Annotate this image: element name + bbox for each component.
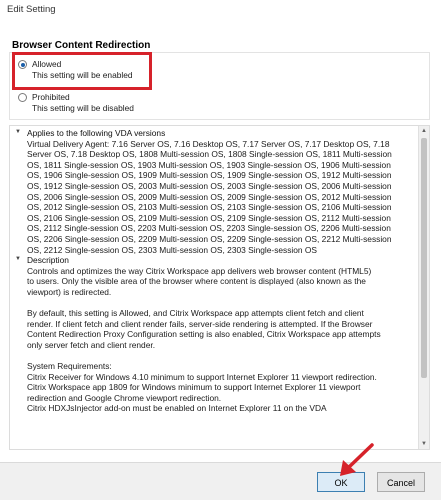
description-line: redirection and Google Chrome viewport r… (27, 392, 222, 403)
description-block: ▼ Description Controls and optimizes the… (15, 255, 413, 414)
applies-line: OS, 2112 Single-session OS, 2203 Multi-s… (27, 223, 391, 234)
description-line: Citrix HDXJsInjector add-on must be enab… (27, 403, 327, 414)
scroll-down-arrow-icon[interactable]: ▼ (419, 439, 429, 449)
description-line: By default, this setting is Allowed, and… (27, 308, 364, 319)
applies-title: Applies to the following VDA versions (27, 128, 166, 138)
applies-line: OS, 1912 Single-session OS, 2003 Multi-s… (27, 180, 392, 191)
applies-line: OS, 1906 Single-session OS, 1909 Multi-s… (27, 170, 392, 181)
setting-heading: Browser Content Redirection (12, 40, 151, 51)
description-paragraph: System Requirements: Citrix Receiver for … (27, 361, 413, 414)
prohibited-description: This setting will be disabled (32, 103, 134, 113)
description-line: render. If client fetch and client rende… (27, 318, 373, 329)
applies-line: OS, 2106 Single-session OS, 2109 Multi-s… (27, 212, 391, 223)
description-body: Controls and optimizes the way Citrix Wo… (15, 266, 413, 414)
applies-line: OS, 2006 Single-session OS, 2009 Multi-s… (27, 191, 392, 202)
description-line: Citrix Receiver for Windows 4.10 minimum… (27, 371, 377, 382)
prohibited-radio-button[interactable] (18, 93, 27, 102)
red-arrow-icon (340, 443, 374, 476)
applies-line: OS, 2206 Single-session OS, 2209 Multi-s… (27, 233, 392, 244)
window-title: Edit Setting (7, 4, 56, 15)
applies-line: Server OS, 7.18 Desktop OS, 1808 Multi-s… (27, 149, 392, 160)
description-collapse-icon[interactable]: ▼ (15, 256, 21, 262)
applies-line: OS, 1811 Single-session OS, 1903 Multi-s… (27, 159, 391, 170)
description-title: Description (27, 255, 69, 266)
description-line: Controls and optimizes the way Citrix Wo… (27, 265, 372, 276)
applies-block: ▼ Applies to the following VDA versions … (15, 128, 413, 255)
description-paragraph: By default, this setting is Allowed, and… (27, 308, 413, 350)
description-line: System Requirements: (27, 361, 112, 372)
applies-collapse-icon[interactable]: ▼ (15, 129, 21, 135)
applies-line: OS, 2012 Single-session OS, 2103 Multi-s… (27, 202, 392, 213)
description-line: to users. Only the visible area of the b… (27, 276, 366, 287)
description-line: Content Redirection Proxy Configuration … (27, 329, 381, 340)
scroll-up-arrow-icon[interactable]: ▲ (419, 126, 429, 136)
applies-line: OS, 2212 Single-session OS, 2303 Multi-s… (27, 244, 318, 255)
prohibited-label: Prohibited (32, 92, 70, 102)
info-panel: ▼ Applies to the following VDA versions … (9, 125, 430, 450)
description-line: Citrix Workspace app 1809 for Windows mi… (27, 382, 361, 393)
cancel-button[interactable]: Cancel (377, 472, 425, 492)
description-line: only server fetch and client render. (27, 339, 156, 350)
description-line: viewport) is redirected. (27, 286, 112, 297)
highlight-annotation-box (12, 52, 152, 90)
info-scrollbar[interactable]: ▲ ▼ (418, 126, 429, 449)
applies-line: Virtual Delivery Agent: 7.16 Server OS, … (27, 138, 390, 149)
info-content: ▼ Applies to the following VDA versions … (15, 128, 413, 425)
scroll-thumb[interactable] (421, 138, 427, 378)
description-paragraph: Controls and optimizes the way Citrix Wo… (27, 266, 413, 298)
applies-body: Virtual Delivery Agent: 7.16 Server OS, … (15, 139, 413, 256)
